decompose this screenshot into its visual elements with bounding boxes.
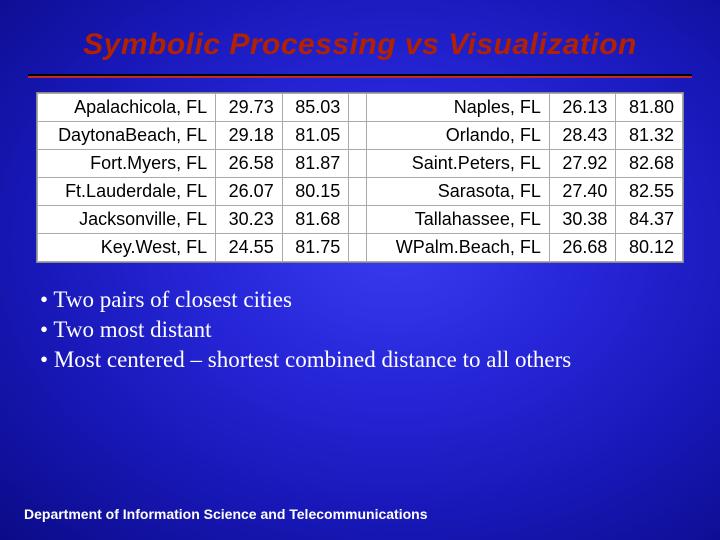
city-cell: DaytonaBeach, FL xyxy=(38,122,216,150)
spacer-cell xyxy=(349,150,367,178)
title-underline xyxy=(28,74,692,78)
table-row: Key.West, FL24.5581.75 WPalm.Beach, FL26.… xyxy=(38,234,683,262)
lat-cell: 29.18 xyxy=(216,122,283,150)
lat-cell: 26.68 xyxy=(549,234,616,262)
lon-cell: 81.68 xyxy=(282,206,349,234)
lat-cell: 24.55 xyxy=(216,234,283,262)
lon-cell: 82.68 xyxy=(616,150,683,178)
city-cell: WPalm.Beach, FL xyxy=(367,234,549,262)
lon-cell: 81.80 xyxy=(616,94,683,122)
table-row: DaytonaBeach, FL29.1881.05 Orlando, FL28.… xyxy=(38,122,683,150)
lon-cell: 80.12 xyxy=(616,234,683,262)
lat-cell: 26.13 xyxy=(549,94,616,122)
spacer-cell xyxy=(349,122,367,150)
lat-cell: 26.58 xyxy=(216,150,283,178)
lat-cell: 30.38 xyxy=(549,206,616,234)
lon-cell: 81.87 xyxy=(282,150,349,178)
lon-cell: 80.15 xyxy=(282,178,349,206)
footer-text: Department of Information Science and Te… xyxy=(24,506,427,522)
bullet-item: • Two most distant xyxy=(40,317,680,343)
city-cell: Saint.Peters, FL xyxy=(367,150,549,178)
city-cell: Key.West, FL xyxy=(38,234,216,262)
city-cell: Jacksonville, FL xyxy=(38,206,216,234)
city-cell: Ft.Lauderdale, FL xyxy=(38,178,216,206)
lon-cell: 82.55 xyxy=(616,178,683,206)
lat-cell: 27.40 xyxy=(549,178,616,206)
spacer-cell xyxy=(349,234,367,262)
table-row: Apalachicola, FL29.7385.03 Naples, FL26.1… xyxy=(38,94,683,122)
city-cell: Sarasota, FL xyxy=(367,178,549,206)
lon-cell: 81.05 xyxy=(282,122,349,150)
table-row: Jacksonville, FL30.2381.68 Tallahassee, F… xyxy=(38,206,683,234)
city-cell: Apalachicola, FL xyxy=(38,94,216,122)
lon-cell: 81.75 xyxy=(282,234,349,262)
lon-cell: 84.37 xyxy=(616,206,683,234)
table-row: Ft.Lauderdale, FL26.0780.15 Sarasota, FL2… xyxy=(38,178,683,206)
bullet-item: • Two pairs of closest cities xyxy=(40,287,680,313)
lat-cell: 29.73 xyxy=(216,94,283,122)
spacer-cell xyxy=(349,178,367,206)
lat-cell: 30.23 xyxy=(216,206,283,234)
bullet-item: • Most centered – shortest combined dist… xyxy=(40,347,680,373)
spacer-cell xyxy=(349,206,367,234)
city-cell: Naples, FL xyxy=(367,94,549,122)
lat-cell: 28.43 xyxy=(549,122,616,150)
city-cell: Tallahassee, FL xyxy=(367,206,549,234)
lon-cell: 81.32 xyxy=(616,122,683,150)
lat-cell: 26.07 xyxy=(216,178,283,206)
lat-cell: 27.92 xyxy=(549,150,616,178)
spacer-cell xyxy=(349,94,367,122)
lon-cell: 85.03 xyxy=(282,94,349,122)
city-cell: Fort.Myers, FL xyxy=(38,150,216,178)
bullet-list: • Two pairs of closest cities • Two most… xyxy=(40,287,680,373)
cities-table: Apalachicola, FL29.7385.03 Naples, FL26.1… xyxy=(36,92,684,263)
table-row: Fort.Myers, FL26.5881.87 Saint.Peters, FL… xyxy=(38,150,683,178)
city-cell: Orlando, FL xyxy=(367,122,549,150)
slide-title: Symbolic Processing vs Visualization xyxy=(0,0,720,62)
